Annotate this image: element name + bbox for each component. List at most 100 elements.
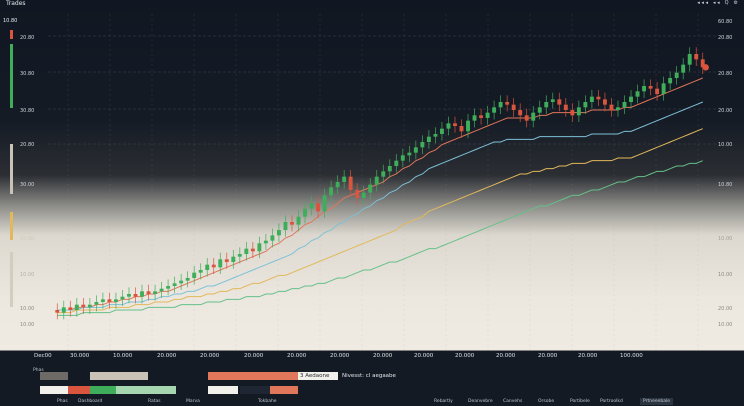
x-axis: Dec00 30.000 10.000 20.000 20.000 20.000… <box>0 351 744 361</box>
right-price-axis: 60.80 20.80 20.80 20.00 10.00 10.80 10.0… <box>716 14 744 354</box>
bottom-right-label: Portibele <box>570 399 590 404</box>
candle-body <box>303 208 307 217</box>
status-bar-light <box>90 372 148 380</box>
bottom-left-label: Phas <box>57 399 68 404</box>
dark-slot <box>240 386 270 394</box>
candle-body <box>342 176 347 182</box>
toolbar-control-1[interactable]: ◂ ◂ ◂ <box>697 0 708 6</box>
candle-body <box>335 182 340 188</box>
left-axis-label: 10.00 <box>20 306 35 312</box>
right-axis-label: 20.00 <box>718 108 733 114</box>
left-axis-label: 10.00 <box>20 236 35 242</box>
candle-body <box>211 264 216 268</box>
toolbar-controls: ◂ ◂ ◂ ◂ ◂ Q ⚙ <box>697 0 738 6</box>
candle-body <box>694 54 699 60</box>
candle-body <box>127 294 131 297</box>
candle-body <box>231 256 236 262</box>
candle-body <box>192 272 197 278</box>
bottom-right-label: Prtneeebale <box>640 398 674 405</box>
price-indicator-red <box>10 30 13 39</box>
candle-body <box>557 99 562 105</box>
candle-body <box>576 107 581 116</box>
candlestick-chart <box>48 14 716 350</box>
x-tick-label: 20.000 <box>455 353 475 359</box>
right-axis-label: 20.00 <box>718 306 733 312</box>
price-indicator-green <box>10 44 13 108</box>
candle-body <box>668 78 673 84</box>
candle-body <box>55 310 60 313</box>
status-bar-red <box>68 386 90 394</box>
candle-body <box>140 291 144 297</box>
right-axis-label: 10.00 <box>718 142 733 148</box>
candle-body <box>563 104 568 110</box>
candle-body <box>276 230 281 236</box>
left-axis-label: 20.80 <box>20 142 35 148</box>
candle-body <box>87 304 92 308</box>
candle-body <box>146 291 151 294</box>
right-axis-label: 60.80 <box>718 19 733 25</box>
status-bar-white <box>40 386 68 394</box>
candle-body <box>237 254 242 257</box>
bottom-left-label: Ratas <box>148 399 161 404</box>
x-tick-label: 20.000 <box>157 353 177 359</box>
candle-body <box>511 104 516 110</box>
candle-body <box>68 307 73 310</box>
secondary-status: Nivesst: cl aegaabe <box>342 373 396 379</box>
candle-body <box>133 294 138 297</box>
moving-average-line <box>57 77 703 311</box>
candle-body <box>257 243 262 252</box>
candle-body <box>674 72 679 78</box>
x-tick-label: 100.000 <box>620 353 643 359</box>
candle-body <box>166 286 171 289</box>
candle-body <box>179 280 184 284</box>
search-icon[interactable]: Q <box>725 0 729 6</box>
toolbar-control-2[interactable]: ◂ ◂ <box>713 0 720 6</box>
candle-body <box>290 222 294 225</box>
candle-body <box>570 110 575 116</box>
candle-body <box>413 147 418 153</box>
right-axis-label: 10.00 <box>718 236 733 242</box>
candle-body <box>466 120 470 132</box>
candle-body <box>661 83 666 94</box>
candle-body <box>94 302 99 305</box>
price-indicator-gray <box>10 144 13 194</box>
moving-average-line <box>57 101 703 311</box>
x-tick-label: 10.000 <box>113 353 133 359</box>
candle-body <box>296 216 301 225</box>
candle-body <box>426 136 431 142</box>
x-tick-label: 20.000 <box>373 353 393 359</box>
status-bar-gray <box>40 372 68 380</box>
left-price-axis: 10.80 20.80 30.80 30.80 20.80 30.00 10.0… <box>0 14 48 354</box>
candle-body <box>616 107 620 110</box>
candle-body <box>622 102 627 108</box>
x-tick-label: 20.000 <box>287 353 307 359</box>
candle-body <box>205 264 210 270</box>
candle-body <box>316 203 321 212</box>
bottom-right-label: Portroolkd <box>600 399 623 404</box>
candle-body <box>394 160 399 166</box>
candle-body <box>263 240 268 244</box>
title-bar: Trades ◂ ◂ ◂ ◂ ◂ Q ⚙ <box>0 0 744 10</box>
candle-body <box>283 222 288 230</box>
candle-body <box>648 86 653 89</box>
candle-body <box>602 99 607 105</box>
candle-body <box>518 110 523 116</box>
candle-body <box>348 176 353 190</box>
candle-body <box>309 203 314 209</box>
candle-body <box>374 176 379 185</box>
candle-body <box>420 142 425 148</box>
x-tick-label: 20.000 <box>414 353 434 359</box>
price-indicator-tan <box>10 252 13 307</box>
primary-button-label: 3 Aedaone <box>300 373 330 379</box>
candle-body <box>655 88 660 94</box>
gear-icon[interactable]: ⚙ <box>734 0 738 6</box>
candle-body <box>439 128 444 134</box>
candle-body <box>609 104 614 110</box>
candle-body <box>479 115 484 118</box>
candle-body <box>153 291 158 294</box>
right-axis-label: 10.80 <box>718 182 733 188</box>
right-axis-label: 10.00 <box>718 322 733 328</box>
primary-button[interactable] <box>208 372 298 380</box>
left-axis-label: 10.00 <box>20 272 35 278</box>
candle-body <box>355 190 360 198</box>
